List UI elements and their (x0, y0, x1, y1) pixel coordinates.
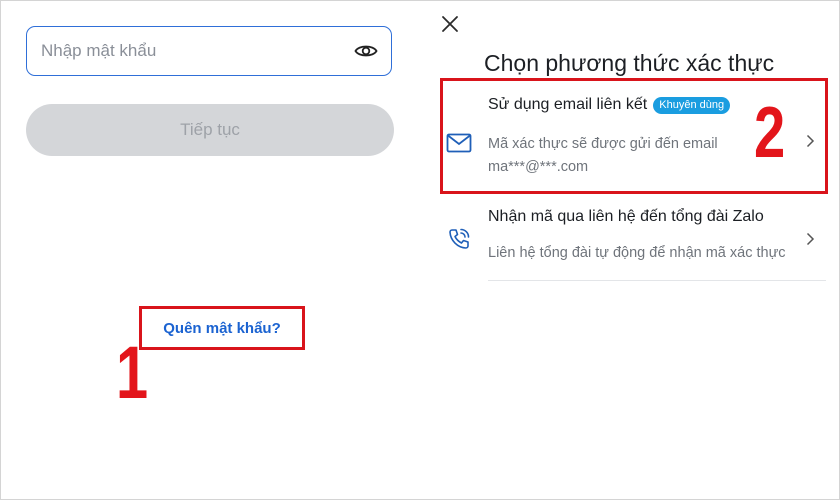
page-title: Chọn phương thức xác thực (484, 50, 775, 76)
step-number-2: 2 (754, 93, 786, 173)
option-title: Sử dụng email liên kết Khuyên dùng (488, 96, 731, 114)
option-description: Liên hệ tổng đài tự động để nhận mã xác … (488, 245, 786, 261)
option-title-text: Nhận mã qua liên hệ đến tổng đài Zalo (488, 208, 764, 225)
password-input[interactable] (39, 40, 353, 62)
eye-icon[interactable] (353, 38, 379, 64)
chevron-right-icon (804, 134, 816, 148)
mail-icon (446, 130, 472, 156)
option-title-text: Sử dụng email liên kết (488, 96, 648, 113)
step-number-1: 1 (116, 331, 149, 414)
forgot-password-link[interactable]: Quên mật khẩu? (163, 320, 281, 337)
close-icon[interactable] (440, 14, 460, 34)
recommended-badge: Khuyên dùng (653, 96, 731, 114)
password-field[interactable] (26, 26, 392, 76)
highlight-box-forgot: Quên mật khẩu? (139, 306, 305, 350)
phone-call-icon (446, 226, 472, 252)
verify-option-call[interactable]: Nhận mã qua liên hệ đến tổng đài Zalo Li… (442, 208, 826, 274)
continue-button[interactable]: Tiếp tục (26, 104, 394, 156)
option-title: Nhận mã qua liên hệ đến tổng đài Zalo (488, 208, 764, 226)
chevron-right-icon (804, 232, 816, 246)
divider (488, 280, 826, 281)
